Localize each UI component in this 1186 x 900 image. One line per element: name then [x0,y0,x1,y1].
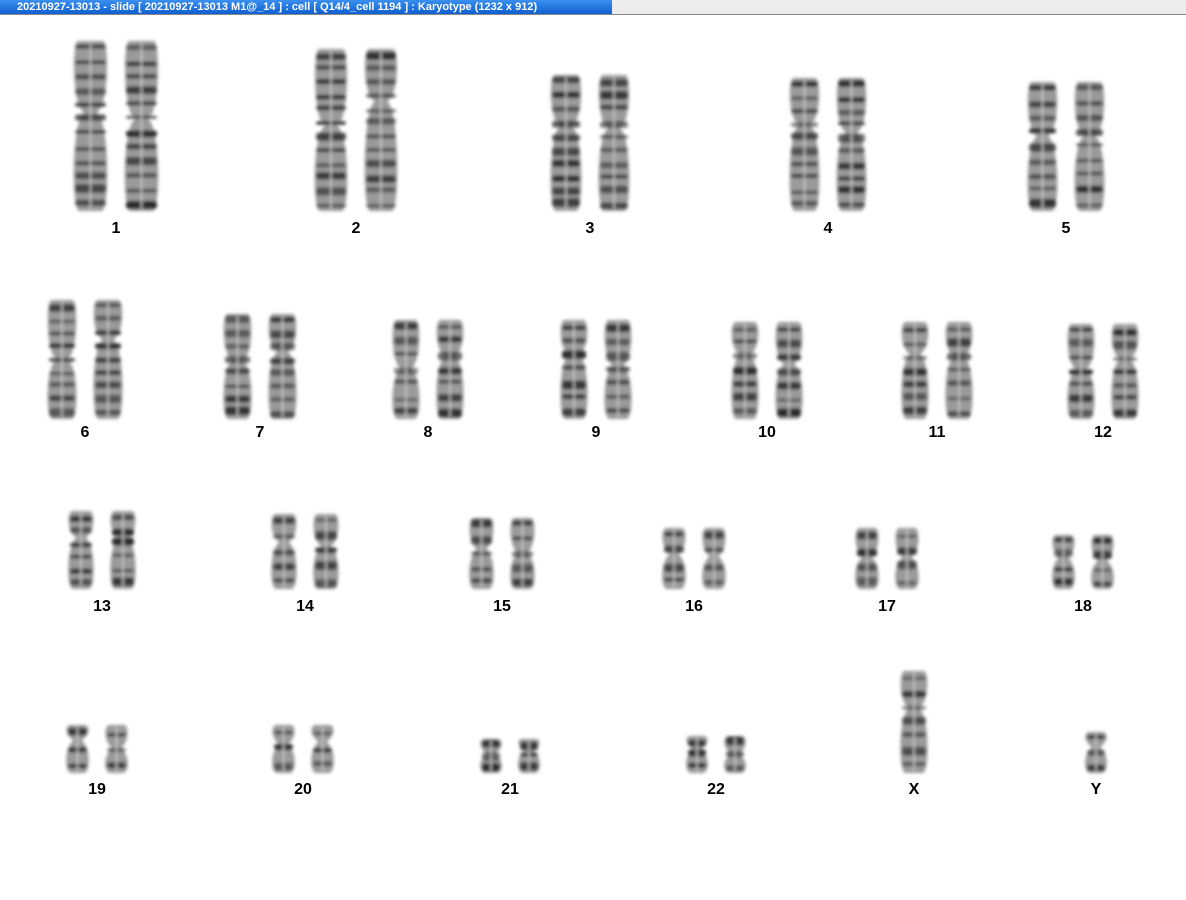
title-bar-background [612,0,1186,14]
chromosome-8-copy-1[interactable] [389,316,423,428]
chromosome-label-14: 14 [296,598,314,615]
chromosome-label-1: 1 [111,220,121,237]
chromosome-label-20: 20 [294,781,312,798]
window-title-bar[interactable]: 20210927-13013 - slide [ 20210927-13013 … [0,0,612,14]
chromosome-19-copy-2[interactable] [102,721,131,782]
chromosome-label-10: 10 [758,424,776,441]
chromosome-7-copy-1[interactable] [220,310,255,428]
chromosome-5-copy-2[interactable] [1071,78,1108,220]
chromosome-label-13: 13 [93,598,111,615]
chromosome-label-18: 18 [1074,598,1092,615]
chromosome-15-copy-2[interactable] [507,514,538,598]
chromosome-1-copy-2[interactable] [121,37,162,220]
chromosome-22-copy-1[interactable] [683,732,711,782]
chromosome-3-copy-1[interactable] [547,71,585,220]
chromosome-7-copy-2[interactable] [265,310,300,428]
chromosome-13-copy-1[interactable] [65,507,97,598]
chromosome-14-copy-1[interactable] [268,510,300,598]
chromosome-1-copy-1[interactable] [70,37,111,220]
chromosome-22-copy-2[interactable] [721,732,749,782]
chromosome-9-copy-1[interactable] [557,316,591,428]
chromosome-15-copy-1[interactable] [466,514,497,598]
chromosome-label-21: 21 [501,781,519,798]
chromosome-y-copy-1[interactable] [1082,728,1110,782]
chromosome-11-copy-2[interactable] [942,318,976,428]
chromosome-label-9: 9 [591,424,601,441]
chromosome-10-copy-2[interactable] [772,318,806,428]
chromosome-17-copy-1[interactable] [852,524,882,598]
chromosome-label-x: X [908,781,920,798]
chromosome-21-copy-2[interactable] [515,735,543,782]
chromosome-label-16: 16 [685,598,703,615]
chromosome-label-5: 5 [1061,220,1071,237]
chromosome-21-copy-1[interactable] [477,735,505,782]
chromosome-label-4: 4 [823,220,833,237]
chromosome-8-copy-2[interactable] [433,316,467,428]
karyogram-canvas: 1 2 3 4 5 6 7 8 9 10 11 12 13 14 15 16 17 18 19 20 21 22 X Y [0,15,1186,900]
chromosome-9-copy-2[interactable] [601,316,635,428]
chromosome-label-15: 15 [493,598,511,615]
chromosome-11-copy-1[interactable] [898,318,932,428]
chromosome-label-2: 2 [351,220,361,237]
chromosome-label-19: 19 [88,781,106,798]
chromosome-5-copy-1[interactable] [1024,78,1061,220]
chromosome-19-copy-1[interactable] [63,721,92,782]
chromosome-label-y: Y [1090,781,1102,798]
chromosome-4-copy-2[interactable] [833,74,870,220]
chromosome-2-copy-2[interactable] [361,45,401,220]
chromosome-18-copy-2[interactable] [1088,531,1117,598]
chromosome-10-copy-1[interactable] [728,318,762,428]
chromosome-6-copy-2[interactable] [90,296,126,428]
chromosome-label-11: 11 [928,424,946,441]
chromosome-label-6: 6 [80,424,90,441]
chromosome-6-copy-1[interactable] [44,296,80,428]
chromosome-4-copy-1[interactable] [786,74,823,220]
chromosome-20-copy-1[interactable] [269,721,298,782]
chromosome-3-copy-2[interactable] [595,71,633,220]
chromosome-label-3: 3 [585,220,595,237]
chromosome-label-22: 22 [707,781,725,798]
chromosome-12-copy-2[interactable] [1108,320,1142,428]
chromosome-label-12: 12 [1094,424,1112,441]
chromosome-13-copy-2[interactable] [107,507,139,598]
chromosome-label-17: 17 [878,598,896,615]
chromosome-18-copy-1[interactable] [1049,531,1078,598]
chromosome-17-copy-2[interactable] [892,524,922,598]
chromosome-20-copy-2[interactable] [308,721,337,782]
chromosome-label-8: 8 [423,424,433,441]
window-title: 20210927-13013 - slide [ 20210927-13013 … [17,1,538,13]
chromosome-16-copy-1[interactable] [659,524,689,598]
chromosome-12-copy-1[interactable] [1064,320,1098,428]
chromosome-16-copy-2[interactable] [699,524,729,598]
chromosome-label-7: 7 [255,424,265,441]
chromosome-2-copy-1[interactable] [311,45,351,220]
chromosome-14-copy-2[interactable] [310,510,342,598]
chromosome-x-copy-1[interactable] [897,667,931,782]
